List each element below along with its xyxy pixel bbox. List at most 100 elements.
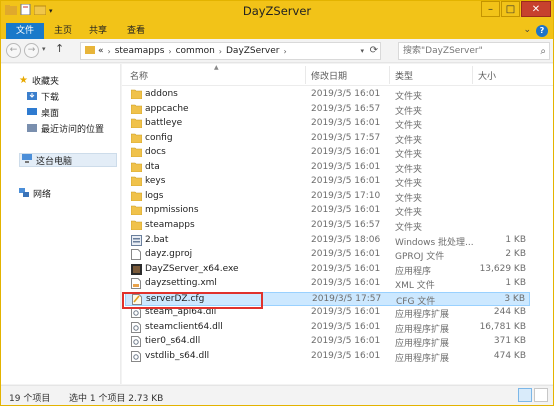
tab-home[interactable]: 主页 — [49, 23, 77, 39]
breadcrumb-item[interactable]: steamapps — [115, 46, 165, 56]
file-row[interactable]: dta 2019/3/5 16:01 文件夹 — [125, 161, 530, 175]
file-row[interactable]: dayz.gproj 2019/3/5 16:01 GPROJ 文件 2 KB — [125, 248, 530, 262]
nav-favorites[interactable]: ★ 收藏夹 — [19, 74, 59, 87]
file-row[interactable]: mpmissions 2019/3/5 16:01 文件夹 — [125, 204, 530, 218]
maximize-button[interactable]: □ — [501, 1, 520, 17]
file-size: 371 KB — [493, 336, 526, 347]
desktop-icon — [27, 107, 37, 119]
folder-icon — [130, 191, 143, 202]
column-divider[interactable] — [389, 66, 390, 84]
file-date: 2019/3/5 16:01 — [311, 161, 381, 172]
download-icon — [27, 91, 37, 103]
nav-item-this-pc[interactable]: 这台电脑 — [19, 153, 117, 167]
forward-button[interactable]: → — [24, 43, 39, 58]
view-switcher — [518, 388, 548, 402]
nav-item-recent[interactable]: 最近访问的位置 — [27, 122, 104, 135]
file-row[interactable]: vstdlib_s64.dll 2019/3/5 16:01 应用程序扩展 474 K… — [125, 350, 530, 364]
search-input[interactable]: 搜索"DayZServer" ⌕ — [398, 42, 550, 60]
file-date: 2019/3/5 16:01 — [311, 307, 381, 318]
nav-label: 网络 — [33, 190, 52, 200]
column-header-date[interactable]: 修改日期 — [311, 69, 347, 82]
file-date: 2019/3/5 16:01 — [311, 147, 381, 158]
column-header-size[interactable]: 大小 — [478, 69, 496, 82]
doc-file-icon — [131, 249, 142, 261]
file-row[interactable]: steamclient64.dll 2019/3/5 16:01 应用程序扩展 16,… — [125, 321, 530, 335]
file-row[interactable]: docs 2019/3/5 16:01 文件夹 — [125, 146, 530, 160]
breadcrumb-item[interactable]: DayZServer — [226, 46, 279, 56]
folder-icon — [130, 133, 143, 144]
nav-item-desktop[interactable]: 桌面 — [27, 106, 59, 119]
details-view-icon[interactable] — [518, 388, 532, 402]
nav-item-downloads[interactable]: 下载 — [27, 90, 59, 103]
nav-item-network[interactable]: 网络 — [19, 187, 51, 200]
file-size: 244 KB — [493, 307, 526, 318]
file-date: 2019/3/5 17:57 — [312, 293, 382, 304]
file-date: 2019/3/5 16:01 — [311, 205, 381, 216]
recent-locations-dropdown-icon[interactable]: ▾ — [42, 45, 46, 53]
file-row[interactable]: DayZServer_x64.exe 2019/3/5 16:01 应用程序 13,6… — [125, 263, 530, 277]
file-row[interactable]: tier0_s64.dll 2019/3/5 16:01 应用程序扩展 371 KB — [125, 335, 530, 349]
breadcrumb-item[interactable]: common — [176, 46, 215, 56]
file-row[interactable]: config 2019/3/5 17:57 文件夹 — [125, 132, 530, 146]
file-date: 2019/3/5 16:01 — [311, 321, 381, 332]
file-type: 应用程序扩展 — [395, 324, 450, 335]
file-list: ▲ 名称 修改日期 类型 大小 addons 2019/3/5 16:01 文件夹 a… — [122, 64, 553, 384]
file-name: vstdlib_s64.dll — [145, 350, 210, 361]
dll-file-icon — [131, 321, 142, 333]
close-button[interactable]: ✕ — [521, 1, 551, 17]
address-bar[interactable]: « › steamapps › common › DayZServer › ▾ … — [80, 42, 381, 60]
address-row: ← → ▾ ↑ « › steamapps › common › DayZSer… — [1, 39, 553, 63]
file-row[interactable]: appcache 2019/3/5 16:57 文件夹 — [125, 103, 530, 117]
breadcrumb-overflow[interactable]: « — [98, 46, 104, 56]
file-type: 文件夹 — [395, 150, 423, 161]
column-divider[interactable] — [305, 66, 306, 84]
file-name: appcache — [145, 103, 189, 114]
refresh-icon[interactable]: ⟳ — [370, 45, 378, 56]
file-row[interactable]: dayzsetting.xml 2019/3/5 16:01 XML 文件 1 KB — [125, 277, 530, 291]
exe-file-icon — [131, 263, 142, 275]
xml-file-icon — [131, 278, 142, 290]
file-row[interactable]: addons 2019/3/5 16:01 文件夹 — [125, 88, 530, 102]
search-placeholder: 搜索"DayZServer" — [403, 46, 483, 56]
file-type: 文件夹 — [395, 121, 423, 132]
address-dropdown-icon[interactable]: ▾ — [360, 47, 364, 55]
expand-ribbon-icon[interactable]: ⌄ — [523, 25, 531, 35]
tab-file[interactable]: 文件 — [6, 23, 44, 39]
search-icon[interactable]: ⌕ — [540, 44, 546, 60]
file-type: GPROJ 文件 — [395, 252, 445, 263]
bat-file-icon — [131, 234, 142, 246]
up-button[interactable]: ↑ — [55, 42, 64, 55]
column-header-name[interactable]: 名称 — [130, 69, 148, 82]
dll-file-icon — [131, 350, 142, 362]
large-icons-view-icon[interactable] — [534, 388, 548, 402]
column-header-type[interactable]: 类型 — [395, 69, 413, 82]
nav-label: 下载 — [41, 93, 60, 103]
breadcrumb-separator-icon: › — [168, 46, 172, 56]
file-row[interactable]: battleye 2019/3/5 16:01 文件夹 — [125, 117, 530, 131]
window-title: DayZServer — [242, 4, 312, 18]
folder-icon — [130, 162, 143, 173]
file-date: 2019/3/5 16:01 — [311, 336, 381, 347]
file-row[interactable]: 2.bat 2019/3/5 18:06 Windows 批处理... 1 KB — [125, 234, 530, 248]
file-size: 13,629 KB — [479, 263, 526, 274]
tab-view[interactable]: 查看 — [122, 23, 150, 39]
file-name: addons — [145, 89, 178, 99]
folder-icon — [130, 104, 143, 115]
file-name: keys — [145, 176, 166, 187]
file-row[interactable]: steamapps 2019/3/5 16:57 文件夹 — [125, 219, 530, 233]
minimize-button[interactable]: – — [481, 1, 500, 17]
back-button[interactable]: ← — [6, 43, 21, 58]
column-divider[interactable] — [472, 66, 473, 84]
folder-icon — [130, 205, 143, 216]
file-name: config — [145, 132, 173, 143]
file-row[interactable]: keys 2019/3/5 16:01 文件夹 — [125, 175, 530, 189]
file-name: dayzsetting.xml — [145, 278, 217, 289]
file-row[interactable]: logs 2019/3/5 17:10 文件夹 — [125, 190, 530, 204]
file-name: steamclient64.dll — [145, 321, 223, 332]
ribbon-tabs: 文件 主页 共享 查看 ⌄ ? — [1, 23, 553, 39]
file-size: 3 KB — [504, 293, 525, 304]
item-count: 19 个项目 — [9, 394, 51, 404]
file-type: Windows 批处理... — [395, 237, 474, 248]
tab-share[interactable]: 共享 — [84, 23, 112, 39]
help-icon[interactable]: ? — [536, 25, 548, 37]
